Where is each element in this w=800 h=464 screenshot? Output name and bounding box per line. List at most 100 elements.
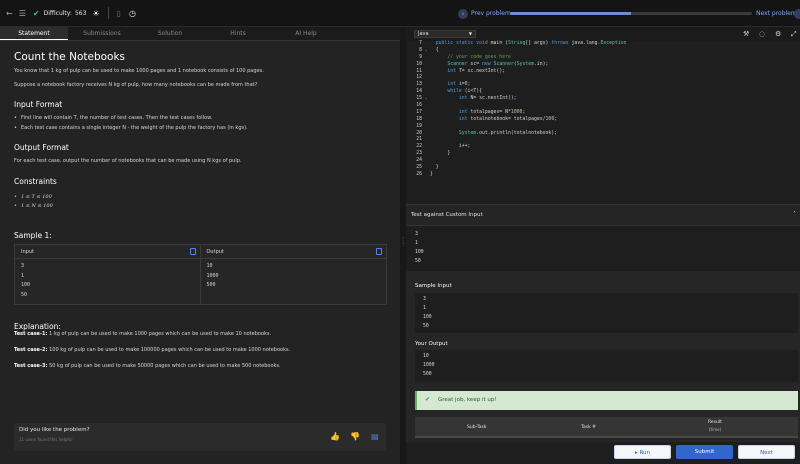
th-result: Result — [708, 420, 722, 425]
settings-icon[interactable]: ⚙ — [775, 30, 781, 38]
menu-icon[interactable]: ☰ — [19, 9, 26, 18]
code-line: } — [430, 151, 451, 157]
fold-icon[interactable]: ⌄ — [425, 47, 427, 52]
code-content: public static void main (String[] args) … — [430, 41, 626, 179]
difficulty-value: 563 — [74, 9, 87, 17]
code-line: int totalpages= N*1000; — [458, 109, 526, 115]
sample-line: 3 — [21, 263, 25, 269]
case-label: Test case-1: — [14, 331, 48, 337]
custom-input-heading: Test against Custom Input — [411, 212, 483, 218]
constraint-item: 1 ≤ N ≤ 100 — [14, 203, 53, 210]
line-numbers: 7 8 9 10 11 12 13 14 15 16 17 18 19 20 21 22 23 24 25 26 — [406, 41, 422, 179]
next-problem-label[interactable]: Next problem — [756, 10, 797, 17]
subtask-table-header: Sub-Task Task # Result (time) — [415, 417, 798, 438]
language-select[interactable]: Java ▼ — [414, 30, 476, 38]
problem-intro-2: Suppose a notebook factory receives N kg… — [14, 82, 258, 88]
line-number: 19 — [416, 123, 422, 129]
case-text: 100 kg of pulp can be used to make 10000… — [49, 347, 291, 353]
line-number: 15 — [416, 96, 422, 102]
divider — [107, 7, 109, 19]
magic-wand-icon[interactable]: ⚒ — [743, 30, 749, 38]
prev-problem-label[interactable]: Prev problem — [471, 10, 511, 17]
explanation-case-2: Test case-2: 100 kg of pulp can be used … — [14, 347, 290, 354]
language-label: Java — [418, 31, 429, 37]
line-number: 7 — [419, 41, 422, 46]
tab-hints[interactable]: Hints — [204, 27, 272, 40]
input-format-heading: Input Format — [14, 100, 63, 109]
sample-line: 1000 — [206, 272, 219, 279]
success-message: Great job, keep it up! — [438, 397, 497, 403]
custom-input-text: 3 1 100 50 — [415, 230, 424, 266]
case-label: Test case-2: — [14, 347, 48, 353]
sample-input-values: 3 1 100 50 — [15, 259, 200, 300]
custom-input-header[interactable]: Test against Custom Input ˄ — [406, 204, 800, 226]
case-label: Test case-3: — [14, 363, 48, 369]
sample-line: 100 — [21, 282, 31, 288]
copy-icon[interactable] — [376, 248, 382, 255]
problem-title: Count the Notebooks — [14, 51, 126, 63]
back-arrow-icon[interactable]: ← — [6, 9, 13, 18]
constraints-list: 1 ≤ T ≤ 100 1 ≤ N ≤ 100 — [14, 194, 53, 210]
editor-toolbar: Java ▼ ⚒ ◌ ⚙ ⤢ — [406, 27, 800, 41]
input-line: 100 — [415, 250, 424, 255]
custom-input-field[interactable]: 3 1 100 50 — [406, 226, 800, 271]
tab-solution[interactable]: Solution — [136, 27, 204, 40]
sample-input-label: Input — [15, 245, 200, 259]
result-line: 3 — [423, 297, 426, 302]
chevron-up-icon[interactable]: ˄ — [793, 211, 796, 218]
results-panel: Sample Input 3 1 100 50 Your Output 10 1… — [406, 271, 800, 464]
explanation-case-1: Test case-1: 1 kg of pulp can be used to… — [14, 331, 271, 338]
next-problem-button[interactable] — [794, 9, 800, 19]
prev-problem-button[interactable]: ‹ — [458, 9, 468, 19]
tab-bar: Statement Submissions Solution Hints AI … — [0, 27, 400, 41]
line-number: 24 — [416, 158, 422, 164]
explanation-heading: Explanation: — [14, 322, 61, 331]
success-banner: ✔ Great job, keep it up! — [415, 391, 798, 410]
thumbs-up-icon[interactable]: 👍 — [330, 432, 340, 441]
code-line: System.out.println(totalnotebook); — [458, 130, 558, 136]
next-button[interactable]: Next — [738, 445, 795, 459]
your-output-box: 10 1000 500 — [415, 350, 798, 382]
sample-input-label: Sample Input — [415, 283, 452, 289]
result-line: 1000 — [423, 363, 435, 368]
input-format-item: First line will contain T, the number of… — [14, 115, 248, 122]
result-line: 100 — [423, 315, 432, 320]
code-line: Scanner sc= new Scanner(System.in); — [447, 61, 549, 67]
fold-icon[interactable]: ⌄ — [425, 95, 427, 100]
code-line: i++; — [430, 144, 471, 150]
line-number: 18 — [416, 116, 422, 122]
theme-toggle-icon[interactable]: ☀ — [92, 9, 99, 18]
case-text: 1 kg of pulp can be used to make 1000 pa… — [49, 331, 272, 337]
sample-input-box: 3 1 100 50 — [415, 293, 798, 333]
bookmark-icon[interactable]: ▯ — [117, 9, 121, 18]
sample-io-table: Input 3 1 100 50 Output 10 1000 500 — [14, 244, 387, 305]
timer-icon[interactable]: ◷ — [129, 9, 136, 18]
tab-submissions[interactable]: Submissions — [68, 27, 136, 40]
copy-icon[interactable] — [189, 248, 196, 255]
result-line: 500 — [423, 372, 432, 377]
result-line: 10 — [423, 354, 429, 359]
code-line: int totalnotebook= totalpages/100; — [458, 116, 558, 122]
code-editor[interactable]: 7 8 9 10 11 12 13 14 15 16 17 18 19 20 21 22 23 24 25 26 ⌄ … — [406, 41, 800, 204]
constraints-heading: Constraints — [14, 177, 57, 186]
top-bar: ← ☰ ✔ Difficulty: 563 ☀ ▯ ◷ ‹ Prev probl… — [0, 0, 800, 27]
tab-ai-help[interactable]: AI Help — [272, 27, 340, 40]
input-line: 50 — [415, 259, 421, 264]
chat-icon[interactable]: ◌ — [759, 30, 765, 38]
line-number: 10 — [416, 61, 422, 67]
submit-button[interactable]: Submit — [676, 445, 733, 459]
input-line: 1 — [415, 241, 418, 246]
fullscreen-icon[interactable]: ⤢ — [791, 30, 797, 39]
output-format-heading: Output Format — [14, 143, 69, 152]
chevron-down-icon: ▼ — [468, 31, 472, 36]
comment-icon[interactable]: ▤ — [371, 432, 379, 441]
code-line: { — [430, 47, 439, 53]
th-subtask: Sub-Task — [467, 425, 487, 430]
run-button[interactable]: ▸ Run — [614, 445, 671, 459]
line-number: 25 — [416, 165, 422, 171]
line-number: 16 — [416, 103, 422, 109]
thumbs-down-icon[interactable]: 👎 — [350, 432, 360, 441]
sample-heading: Sample 1: — [14, 231, 52, 240]
tab-statement[interactable]: Statement — [0, 27, 68, 40]
